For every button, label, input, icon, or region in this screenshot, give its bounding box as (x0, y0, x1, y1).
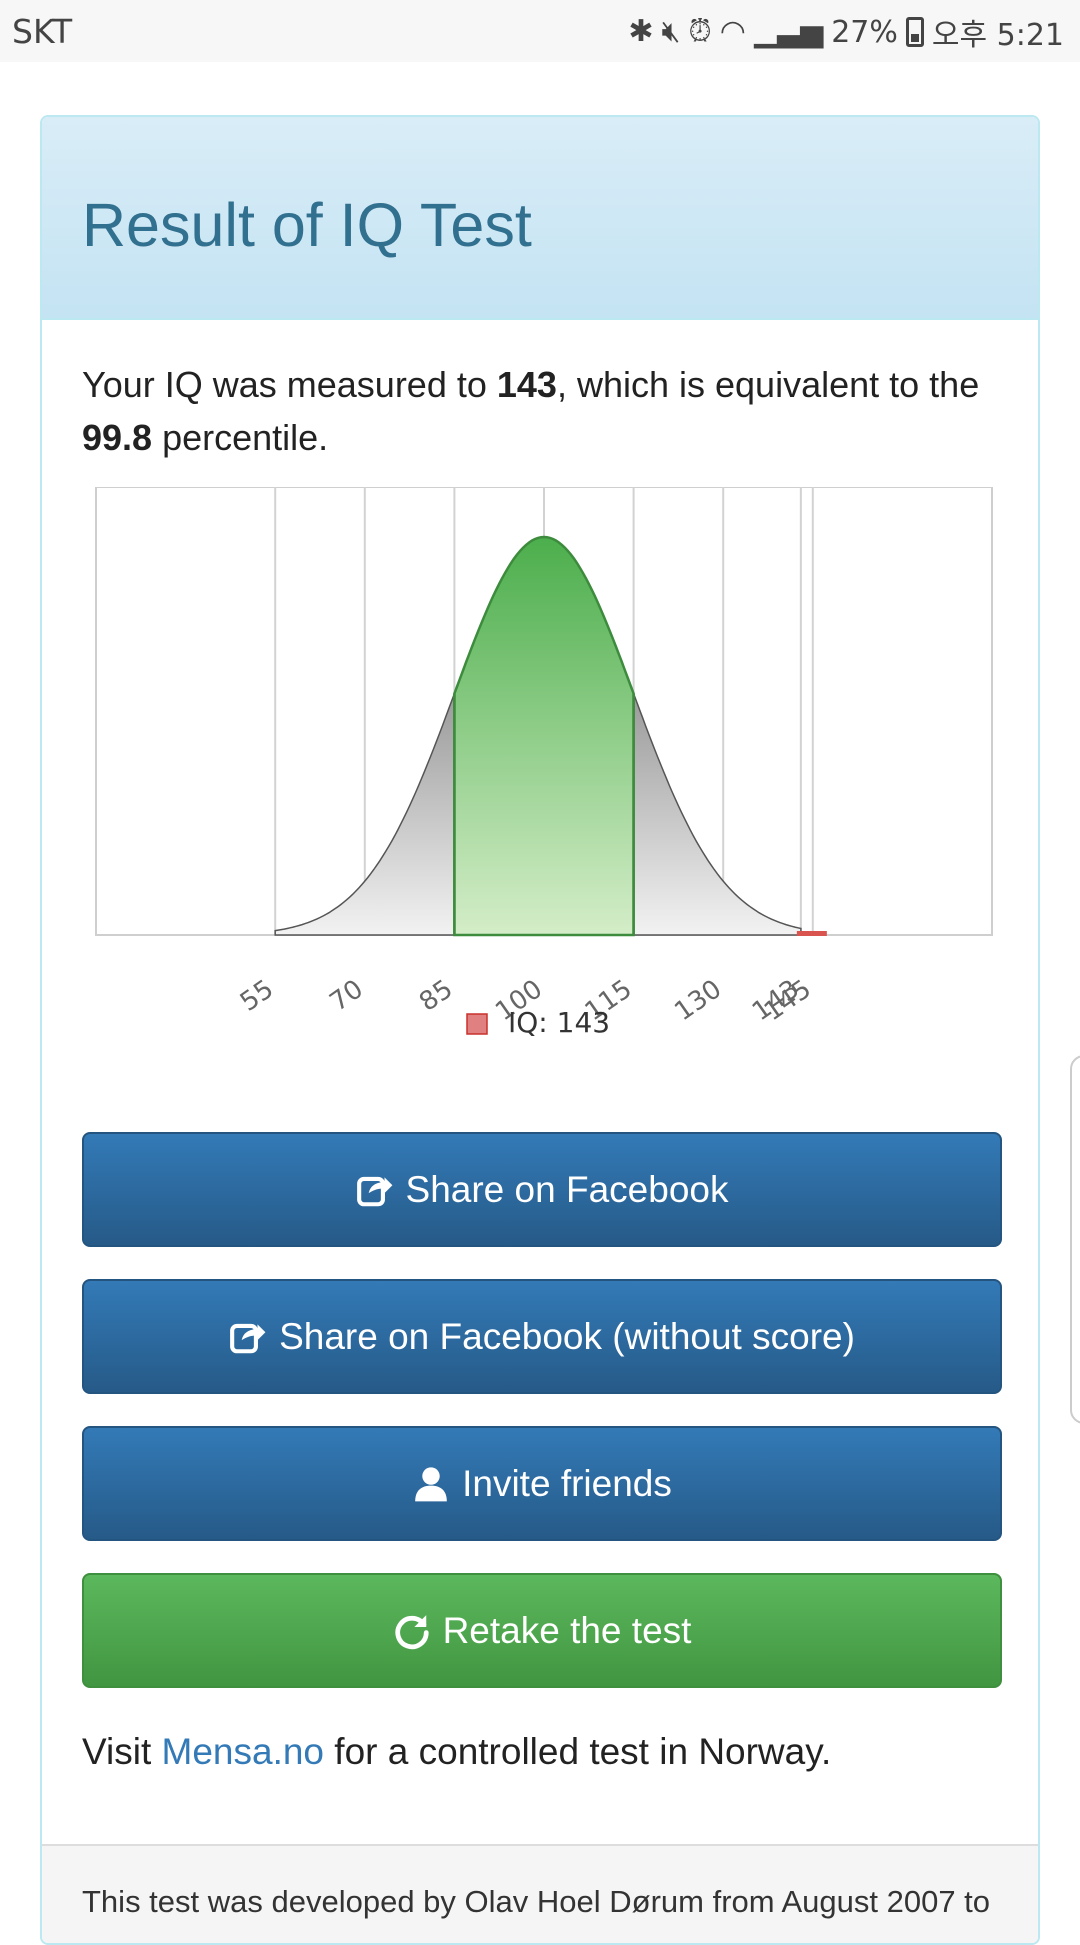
result-middle: , which is equivalent to the (556, 364, 980, 405)
retake-test-button[interactable]: Retake the test (82, 1573, 1002, 1688)
invite-friends-button[interactable]: Invite friends (82, 1426, 1002, 1541)
share-facebook-without-score-button[interactable]: Share on Facebook (without score) (82, 1279, 1002, 1394)
percentile-value: 99.8 (82, 417, 153, 458)
x-tick-label: 55 (235, 974, 279, 1018)
x-tick-label: 70 (324, 974, 368, 1018)
visit-text: Visit Mensa.no for a controlled test in … (82, 1731, 831, 1773)
invite-friends-label: Invite friends (462, 1462, 672, 1504)
page-title: Result of IQ Test (82, 191, 532, 259)
battery-percent: 27% (831, 14, 898, 50)
alarm-icon: ⏰︎ (688, 14, 712, 49)
mensa-link[interactable]: Mensa.no (162, 1731, 325, 1772)
share-facebook-button[interactable]: Share on Facebook (82, 1132, 1002, 1247)
wifi-icon: ◠ (719, 14, 746, 49)
mute-icon: 🔇︎ (661, 14, 681, 49)
carrier-label: SKT (12, 12, 73, 51)
result-panel: Result of IQ Test Your IQ was measured t… (40, 115, 1040, 1945)
footer-text: This test was developed by Olav Hoel Dør… (82, 1884, 991, 1919)
share-icon (356, 1171, 394, 1209)
result-text: Your IQ was measured to 143, which is eq… (82, 358, 1012, 464)
score-marker (796, 931, 827, 936)
result-prefix: Your IQ was measured to (82, 364, 497, 405)
panel-heading: Result of IQ Test (42, 117, 1038, 320)
iq-distribution-chart: 55 70 85 100 115 130 143145 IQ: 143 (95, 487, 993, 1039)
refresh-icon (393, 1612, 431, 1650)
edge-panel-handle[interactable] (1070, 1055, 1080, 1424)
x-tick-label: 130 (669, 974, 727, 1027)
share-icon (229, 1318, 267, 1356)
signal-icon: ▁▃▅ (753, 14, 824, 49)
legend-label: IQ: 143 (508, 1006, 610, 1039)
user-icon (412, 1465, 450, 1503)
legend: IQ: 143 (466, 1006, 610, 1039)
bluetooth-icon: ✱ (628, 14, 654, 49)
share-facebook-label: Share on Facebook (405, 1168, 729, 1210)
share-facebook-without-score-label: Share on Facebook (without score) (279, 1315, 855, 1357)
visit-suffix: for a controlled test in Norway. (324, 1731, 832, 1772)
result-suffix: percentile. (152, 417, 329, 458)
clock: 오후 5:21 (931, 18, 1064, 53)
legend-swatch (466, 1013, 488, 1035)
visit-prefix: Visit (82, 1731, 162, 1772)
retake-test-label: Retake the test (442, 1609, 692, 1651)
panel-footer: This test was developed by Olav Hoel Dør… (42, 1844, 1038, 1943)
x-tick-label: 85 (414, 974, 458, 1018)
battery-icon (905, 17, 924, 47)
status-bar: SKT ✱ 🔇︎ ⏰︎ ◠ ▁▃▅ 27% 오후 5:21 (0, 0, 1080, 62)
status-icons: ✱ 🔇︎ ⏰︎ ◠ ▁▃▅ 27% 오후 5:21 (628, 10, 1064, 54)
iq-score: 143 (496, 364, 557, 405)
